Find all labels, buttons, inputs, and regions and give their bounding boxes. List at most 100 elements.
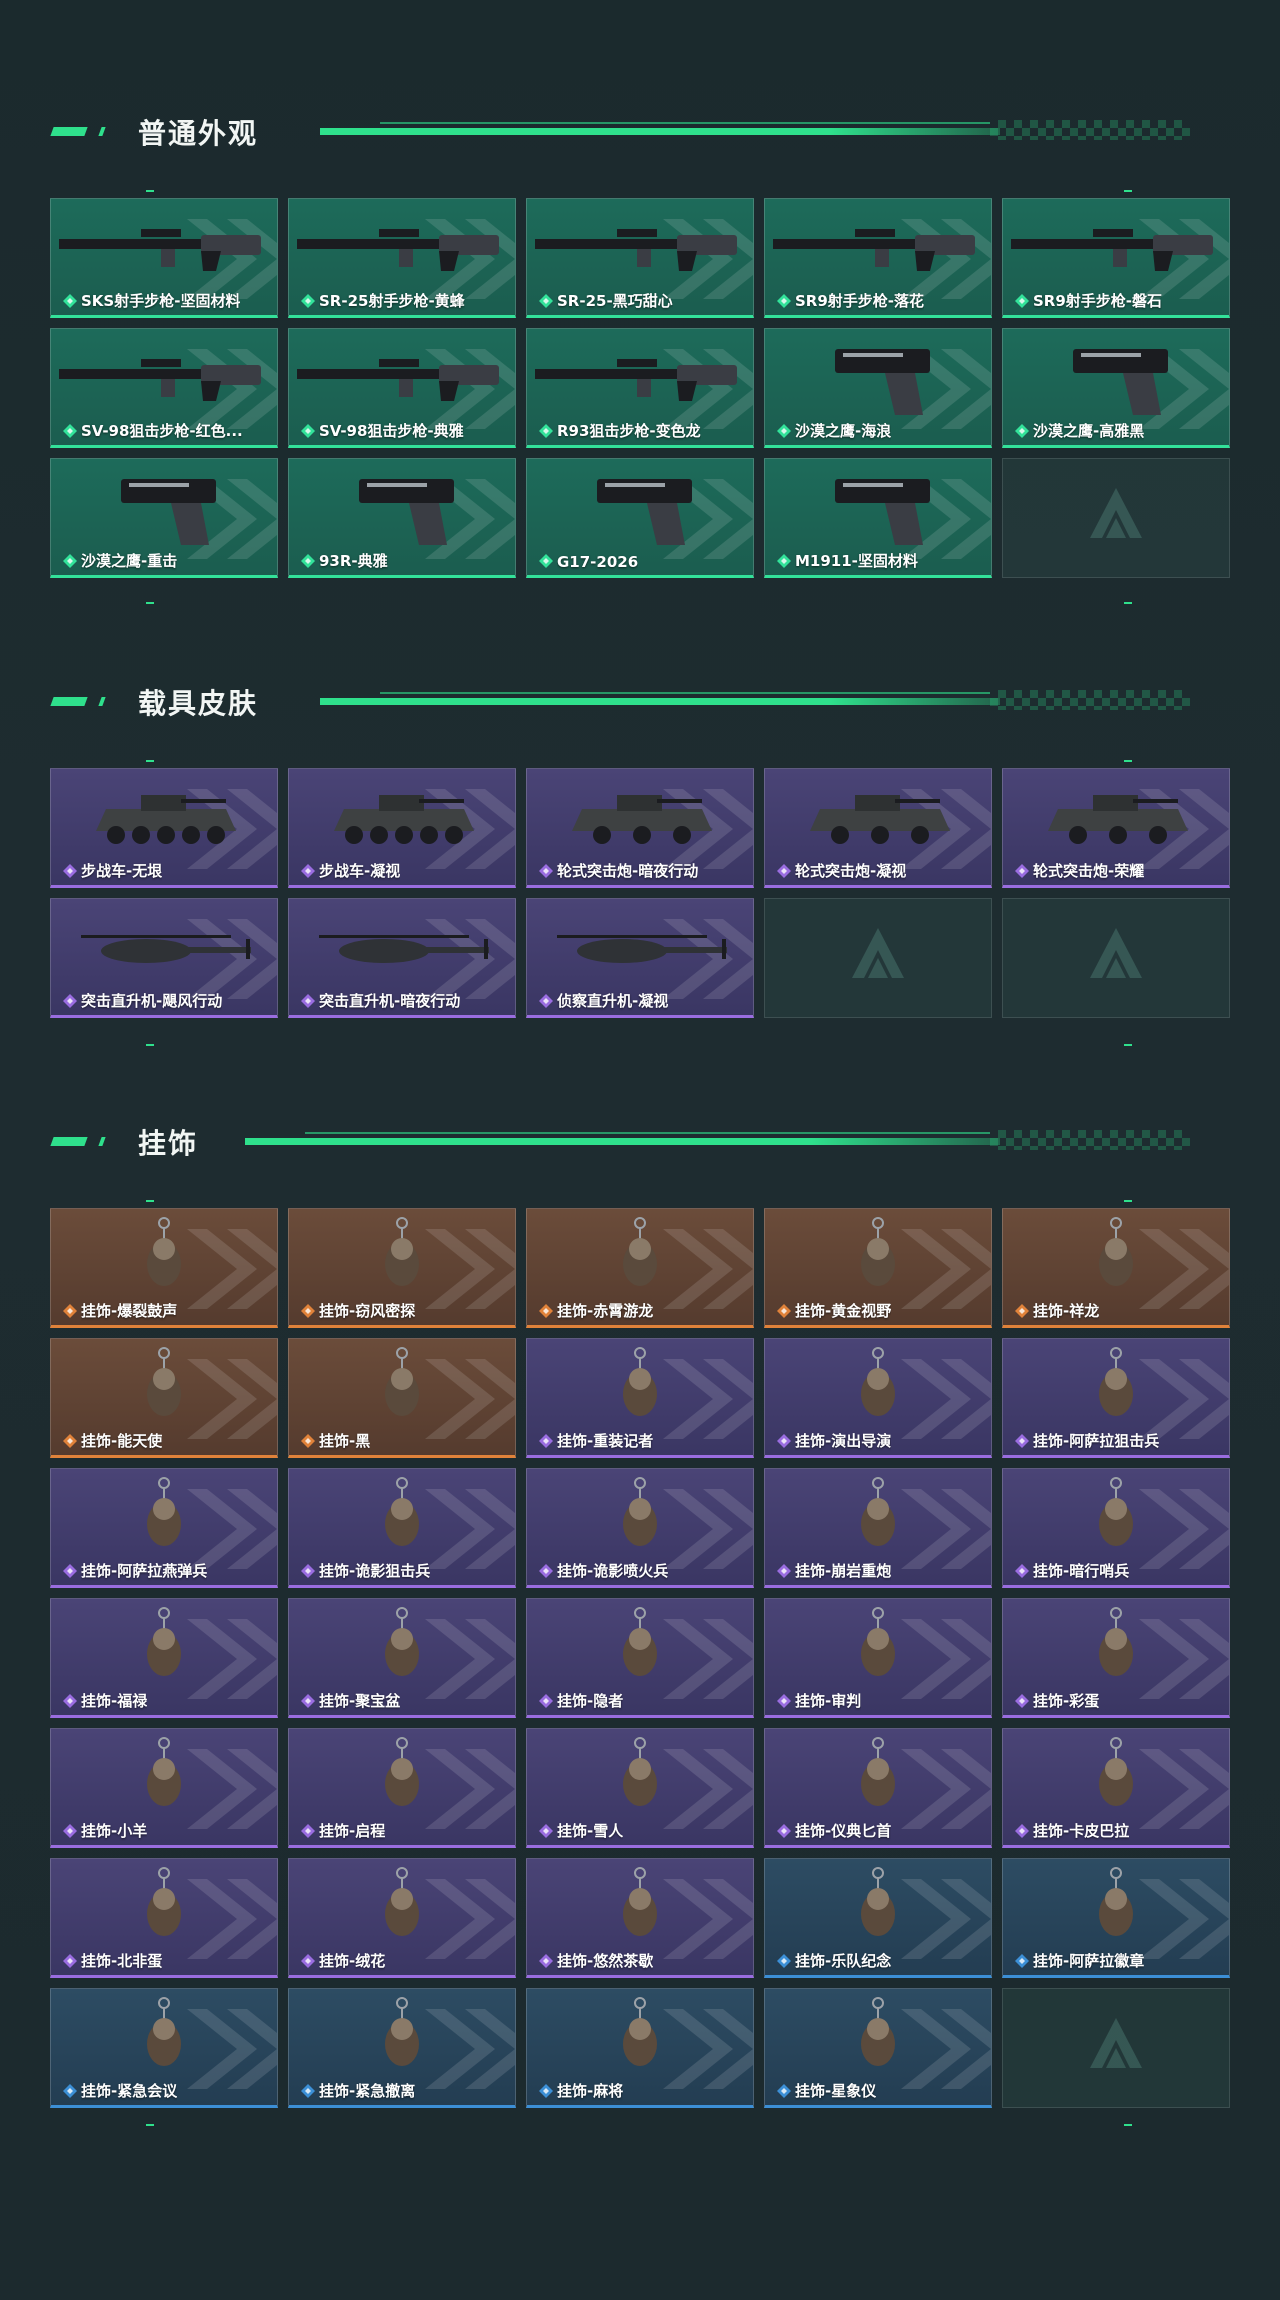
item-label: 侦察直升机-凝视 bbox=[557, 992, 669, 1010]
item-card[interactable]: 挂饰-彩蛋 bbox=[1002, 1598, 1230, 1718]
item-card[interactable]: 挂饰-黑 bbox=[288, 1338, 516, 1458]
item-card[interactable]: 挂饰-星象仪 bbox=[764, 1988, 992, 2108]
item-card[interactable]: SR9射手步枪-磐石 bbox=[1002, 198, 1230, 318]
rarity-diamond-icon bbox=[539, 1564, 553, 1578]
item-card[interactable]: SKS射手步枪-坚固材料 bbox=[50, 198, 278, 318]
rarity-diamond-icon bbox=[1015, 864, 1029, 878]
item-card[interactable]: 挂饰-阿萨拉徽章 bbox=[1002, 1858, 1230, 1978]
item-card[interactable]: 步战车-凝视 bbox=[288, 768, 516, 888]
rarity-diamond-icon bbox=[777, 1304, 791, 1318]
rarity-diamond-icon bbox=[63, 1564, 77, 1578]
corner-tick bbox=[1124, 190, 1132, 192]
item-card[interactable]: 轮式突击炮-暗夜行动 bbox=[526, 768, 754, 888]
item-card[interactable]: 沙漠之鹰-海浪 bbox=[764, 328, 992, 448]
item-grid: 挂饰-爆裂鼓声 挂饰-窃风密探 挂饰-赤霄游龙 挂饰-黄金视野 挂饰-祥龙 挂饰-能天使挂… bbox=[50, 1208, 1230, 2108]
section-header: 普通外观 bbox=[0, 100, 1280, 160]
item-card[interactable]: 挂饰-赤霄游龙 bbox=[526, 1208, 754, 1328]
item-card[interactable]: 挂饰-北非蛋 bbox=[50, 1858, 278, 1978]
item-card[interactable]: 挂饰-窃风密探 bbox=[288, 1208, 516, 1328]
item-card[interactable]: 侦察直升机-凝视 bbox=[526, 898, 754, 1018]
item-label: SKS射手步枪-坚固材料 bbox=[81, 292, 241, 310]
item-card[interactable]: 挂饰-雪人 bbox=[526, 1728, 754, 1848]
header-accent-bar bbox=[50, 1137, 88, 1146]
item-card[interactable]: 步战车-无垠 bbox=[50, 768, 278, 888]
item-card[interactable]: 挂饰-小羊 bbox=[50, 1728, 278, 1848]
item-card[interactable]: 突击直升机-飓风行动 bbox=[50, 898, 278, 1018]
item-card[interactable]: 挂饰-紧急会议 bbox=[50, 1988, 278, 2108]
item-label: 93R-典雅 bbox=[319, 552, 388, 570]
header-accent-bar bbox=[50, 127, 88, 136]
charm-icon bbox=[861, 1867, 895, 1936]
item-label: SR-25射手步枪-黄蜂 bbox=[319, 292, 465, 310]
charm-icon bbox=[861, 1607, 895, 1676]
item-card[interactable]: 挂饰-卡皮巴拉 bbox=[1002, 1728, 1230, 1848]
item-card[interactable]: 挂饰-麻将 bbox=[526, 1988, 754, 2108]
rarity-diamond-icon bbox=[63, 864, 77, 878]
rarity-diamond-icon bbox=[777, 1434, 791, 1448]
rarity-diamond-icon bbox=[539, 1694, 553, 1708]
item-card[interactable]: 挂饰-乐队纪念 bbox=[764, 1858, 992, 1978]
item-card[interactable]: G17-2026 bbox=[526, 458, 754, 578]
charm-icon bbox=[623, 1737, 657, 1806]
rarity-diamond-icon bbox=[301, 1694, 315, 1708]
item-label: 挂饰-暗行哨兵 bbox=[1033, 1562, 1130, 1580]
item-card[interactable]: 沙漠之鹰-重击 bbox=[50, 458, 278, 578]
item-card[interactable]: 挂饰-聚宝盆 bbox=[288, 1598, 516, 1718]
item-card[interactable]: 挂饰-暗行哨兵 bbox=[1002, 1468, 1230, 1588]
header-checker-pattern bbox=[990, 1130, 1190, 1150]
item-card[interactable]: 挂饰-隐者 bbox=[526, 1598, 754, 1718]
item-card[interactable]: 挂饰-绒花 bbox=[288, 1858, 516, 1978]
item-card[interactable]: 93R-典雅 bbox=[288, 458, 516, 578]
item-label: 挂饰-乐队纪念 bbox=[795, 1952, 892, 1970]
item-card[interactable]: 挂饰-审判 bbox=[764, 1598, 992, 1718]
item-card[interactable]: 挂饰-紧急撤离 bbox=[288, 1988, 516, 2108]
item-card[interactable]: M1911-坚固材料 bbox=[764, 458, 992, 578]
item-card[interactable]: 挂饰-阿萨拉狙击兵 bbox=[1002, 1338, 1230, 1458]
item-label: 挂饰-黑 bbox=[319, 1432, 371, 1450]
item-label: 挂饰-阿萨拉狙击兵 bbox=[1033, 1432, 1160, 1450]
rarity-diamond-icon bbox=[301, 864, 315, 878]
item-label: 挂饰-福禄 bbox=[81, 1692, 148, 1710]
item-label: 挂饰-悠然茶歇 bbox=[557, 1952, 654, 1970]
item-card[interactable]: 挂饰-重装记者 bbox=[526, 1338, 754, 1458]
item-card[interactable]: 挂饰-诡影喷火兵 bbox=[526, 1468, 754, 1588]
rarity-diamond-icon bbox=[301, 1954, 315, 1968]
item-card[interactable]: 挂饰-启程 bbox=[288, 1728, 516, 1848]
item-card[interactable]: 挂饰-演出导演 bbox=[764, 1338, 992, 1458]
item-label: 挂饰-星象仪 bbox=[795, 2082, 877, 2100]
item-card[interactable]: SR9射手步枪-落花 bbox=[764, 198, 992, 318]
item-card[interactable]: 挂饰-诡影狙击兵 bbox=[288, 1468, 516, 1588]
item-card[interactable]: 挂饰-祥龙 bbox=[1002, 1208, 1230, 1328]
item-label: 步战车-凝视 bbox=[319, 862, 401, 880]
item-card[interactable]: SV-98狙击步枪-红色... bbox=[50, 328, 278, 448]
charm-icon bbox=[385, 1347, 419, 1416]
item-card[interactable]: 挂饰-爆裂鼓声 bbox=[50, 1208, 278, 1328]
item-label: 挂饰-启程 bbox=[319, 1822, 386, 1840]
charm-icon bbox=[385, 1867, 419, 1936]
item-card[interactable]: 挂饰-福禄 bbox=[50, 1598, 278, 1718]
item-label: 挂饰-诡影狙击兵 bbox=[319, 1562, 431, 1580]
sniper-icon bbox=[535, 359, 737, 401]
item-card[interactable]: 突击直升机-暗夜行动 bbox=[288, 898, 516, 1018]
item-card[interactable]: 轮式突击炮-荣耀 bbox=[1002, 768, 1230, 888]
item-card[interactable]: SV-98狙击步枪-典雅 bbox=[288, 328, 516, 448]
item-card[interactable]: SR-25-黑巧甜心 bbox=[526, 198, 754, 318]
item-card[interactable]: 沙漠之鹰-高雅黑 bbox=[1002, 328, 1230, 448]
item-label: 沙漠之鹰-高雅黑 bbox=[1033, 422, 1145, 440]
rarity-diamond-icon bbox=[1015, 1694, 1029, 1708]
item-card[interactable]: 挂饰-能天使 bbox=[50, 1338, 278, 1458]
item-label: G17-2026 bbox=[557, 553, 639, 571]
item-card[interactable]: 挂饰-黄金视野 bbox=[764, 1208, 992, 1328]
rarity-diamond-icon bbox=[777, 864, 791, 878]
item-card[interactable]: 轮式突击炮-凝视 bbox=[764, 768, 992, 888]
item-label: 挂饰-聚宝盆 bbox=[319, 1692, 401, 1710]
item-label: R93狙击步枪-变色龙 bbox=[557, 422, 701, 440]
rarity-diamond-icon bbox=[539, 1954, 553, 1968]
item-card[interactable]: SR-25射手步枪-黄蜂 bbox=[288, 198, 516, 318]
item-card[interactable]: R93狙击步枪-变色龙 bbox=[526, 328, 754, 448]
item-card[interactable]: 挂饰-崩岩重炮 bbox=[764, 1468, 992, 1588]
item-card[interactable]: 挂饰-仪典匕首 bbox=[764, 1728, 992, 1848]
item-card[interactable]: 挂饰-阿萨拉燕弹兵 bbox=[50, 1468, 278, 1588]
item-label: SV-98狙击步枪-典雅 bbox=[319, 422, 464, 440]
item-card[interactable]: 挂饰-悠然茶歇 bbox=[526, 1858, 754, 1978]
